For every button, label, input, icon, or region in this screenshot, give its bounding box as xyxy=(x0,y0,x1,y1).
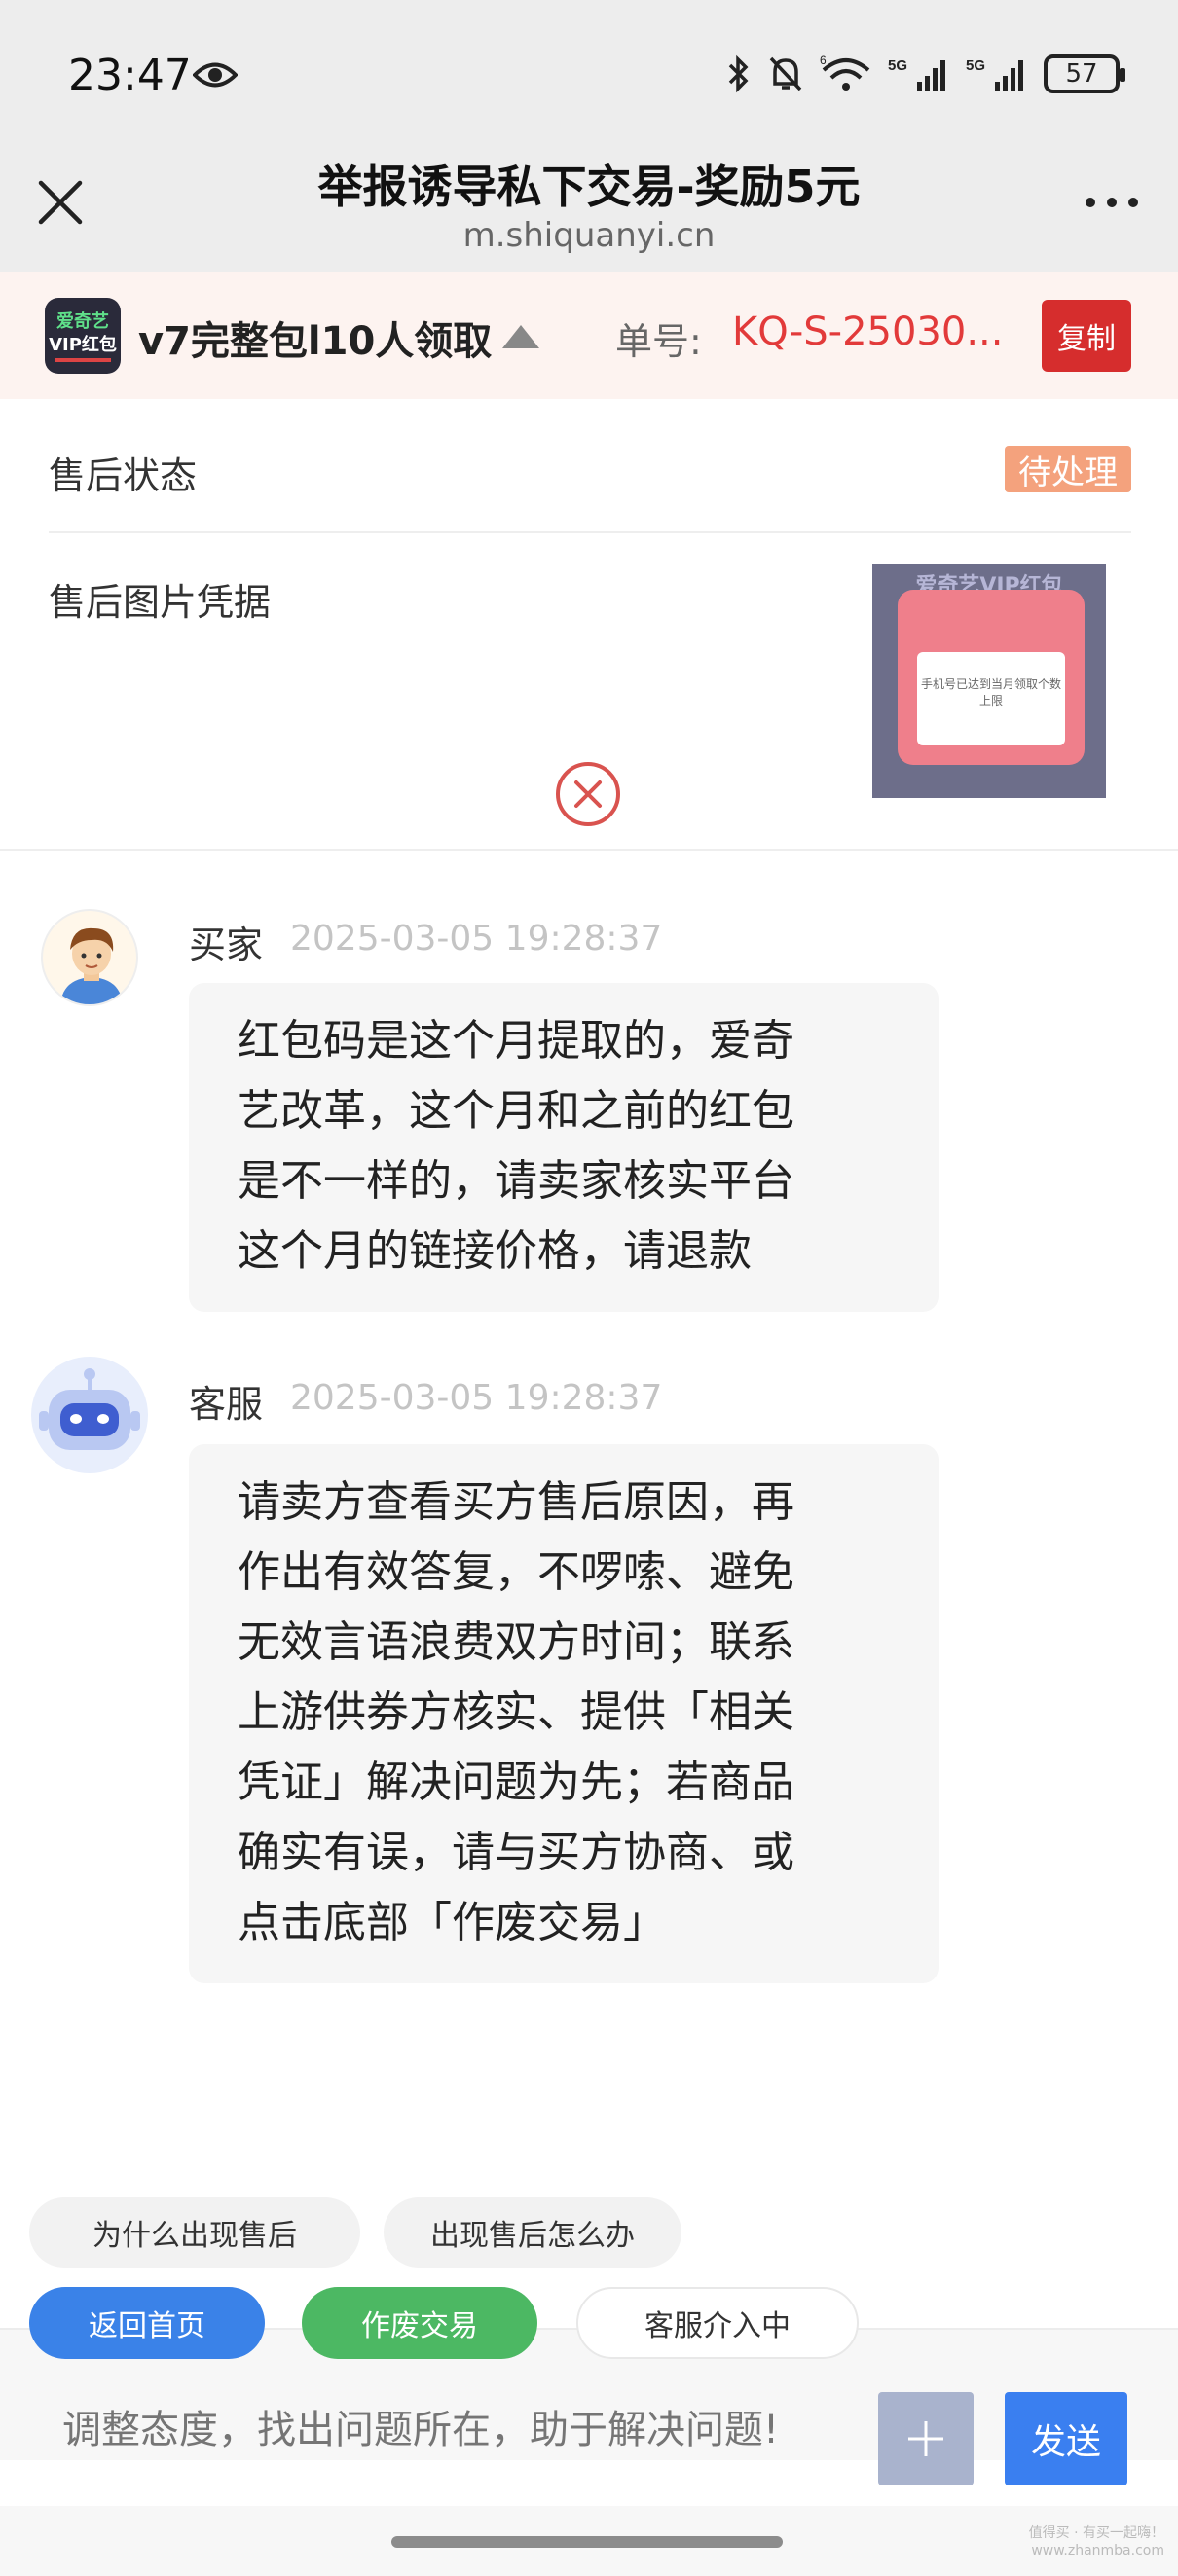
message-line: 确实有误，请与买方协商、或 xyxy=(238,1828,794,1877)
message-line: 艺改革，这个月和之前的红包 xyxy=(238,1086,794,1136)
status-icons: 6 5G 5G 57 xyxy=(726,54,1125,93)
robot-icon xyxy=(39,1368,140,1450)
svg-text:5G: 5G xyxy=(966,57,985,74)
evidence-label: 售后图片凭据 xyxy=(49,581,272,624)
svg-text:5G: 5G xyxy=(888,57,907,74)
logo-strip xyxy=(55,358,111,362)
order-number-label: 单号: xyxy=(615,320,702,363)
section-divider xyxy=(0,849,1178,851)
product-bar: 爱奇艺 VIP红包 v7完整包l10人领取 单号: KQ-S-25030... xyxy=(0,272,1178,399)
divider xyxy=(49,531,1131,533)
buyer-name: 买家 xyxy=(189,924,264,966)
product-name: v7完整包l10人领取 xyxy=(138,319,493,364)
message-line: 作出有效答复，不啰嗦、避免 xyxy=(238,1547,794,1597)
page-title: 举报诱导私下交易-奖励5元 xyxy=(317,161,861,213)
message-line: 上游供券方核实、提供「相关 xyxy=(238,1687,794,1737)
aftersale-status-label: 售后状态 xyxy=(49,454,198,497)
battery-level: 57 xyxy=(1065,59,1098,89)
logo-line2: VIP红包 xyxy=(49,335,117,355)
message-line: 无效言语浪费双方时间；联系 xyxy=(238,1617,794,1667)
message-line: 是不一样的，请卖家核实平台 xyxy=(238,1156,794,1206)
quick-question-how[interactable]: 出现售后怎么办 xyxy=(384,2197,681,2268)
evidence-image[interactable]: 爱奇艺VIP红包 手机号已达到当月领取个数上限 xyxy=(872,564,1106,798)
buyer-avatar xyxy=(41,909,138,1006)
watermark: 值得买 · 有买一起嗨！ www.zhanmba.com xyxy=(1029,2524,1164,2559)
svg-text:6: 6 xyxy=(820,54,827,67)
message-line: 红包码是这个月提取的，爱奇 xyxy=(238,1016,794,1066)
buyer-message-bubble: 红包码是这个月提取的，爱奇 艺改革，这个月和之前的红包 是不一样的，请卖家核实平… xyxy=(189,983,939,1312)
mute-bell-icon xyxy=(769,56,802,91)
signal-5g-icon: 5G xyxy=(966,57,1023,91)
collapse-triangle-icon[interactable] xyxy=(500,323,541,350)
home-indicator[interactable] xyxy=(391,2536,783,2548)
attach-button[interactable] xyxy=(878,2392,974,2485)
eye-icon xyxy=(193,62,238,88)
wifi-icon: 6 xyxy=(820,54,870,91)
service-intervention-button[interactable]: 客服介入中 xyxy=(576,2287,859,2359)
nav-header: 举报诱导私下交易-奖励5元 m.shiquanyi.cn xyxy=(0,136,1178,272)
status-time: 23:47 xyxy=(68,51,192,100)
service-name: 客服 xyxy=(189,1383,264,1426)
signal-5g-icon: 5G xyxy=(888,57,945,91)
page-url: m.shiquanyi.cn xyxy=(462,216,716,255)
service-avatar xyxy=(31,1357,148,1473)
message-line: 点击底部「作废交易」 xyxy=(238,1898,666,1947)
send-button[interactable]: 发送 xyxy=(1005,2392,1127,2485)
plus-icon xyxy=(908,2421,943,2456)
service-message-time: 2025-03-05 19:28:37 xyxy=(290,1378,663,1418)
message-line: 请卖方查看买方售后原因，再 xyxy=(238,1477,794,1527)
copy-button[interactable]: 复制 xyxy=(1042,300,1131,372)
more-icon[interactable] xyxy=(1083,195,1141,210)
order-number: KQ-S-25030... xyxy=(732,309,1004,354)
back-home-button[interactable]: 返回首页 xyxy=(29,2287,265,2359)
cancel-trade-button[interactable]: 作废交易 xyxy=(302,2287,537,2359)
logo-line1: 爱奇艺 xyxy=(56,311,109,332)
battery-icon: 57 xyxy=(1044,54,1125,93)
delete-image-icon[interactable] xyxy=(553,759,623,829)
status-bar: 23:47 6 5G 5G 57 xyxy=(0,0,1178,136)
bluetooth-icon xyxy=(728,54,749,93)
buyer-avatar-icon xyxy=(60,927,123,1004)
quick-question-why[interactable]: 为什么出现售后 xyxy=(29,2197,360,2268)
message-line: 凭证」解决问题为先；若商品 xyxy=(238,1758,794,1807)
status-badge: 待处理 xyxy=(1005,446,1131,492)
buyer-message-time: 2025-03-05 19:28:37 xyxy=(290,919,663,959)
aftersale-status-row: 售后状态 待处理 xyxy=(49,446,1131,497)
message-input[interactable] xyxy=(62,2408,841,2452)
product-logo: 爱奇艺 VIP红包 xyxy=(45,298,121,374)
watermark-line: 值得买 · 有买一起嗨！ xyxy=(1028,2525,1164,2541)
watermark-line: www.zhanmba.com xyxy=(1031,2543,1164,2558)
service-message-bubble: 请卖方查看买方售后原因，再 作出有效答复，不啰嗦、避免 无效言语浪费双方时间；联… xyxy=(189,1444,939,1983)
message-line: 这个月的链接价格，请退款 xyxy=(238,1226,752,1276)
evidence-image-text: 手机号已达到当月领取个数上限 xyxy=(917,652,1065,745)
